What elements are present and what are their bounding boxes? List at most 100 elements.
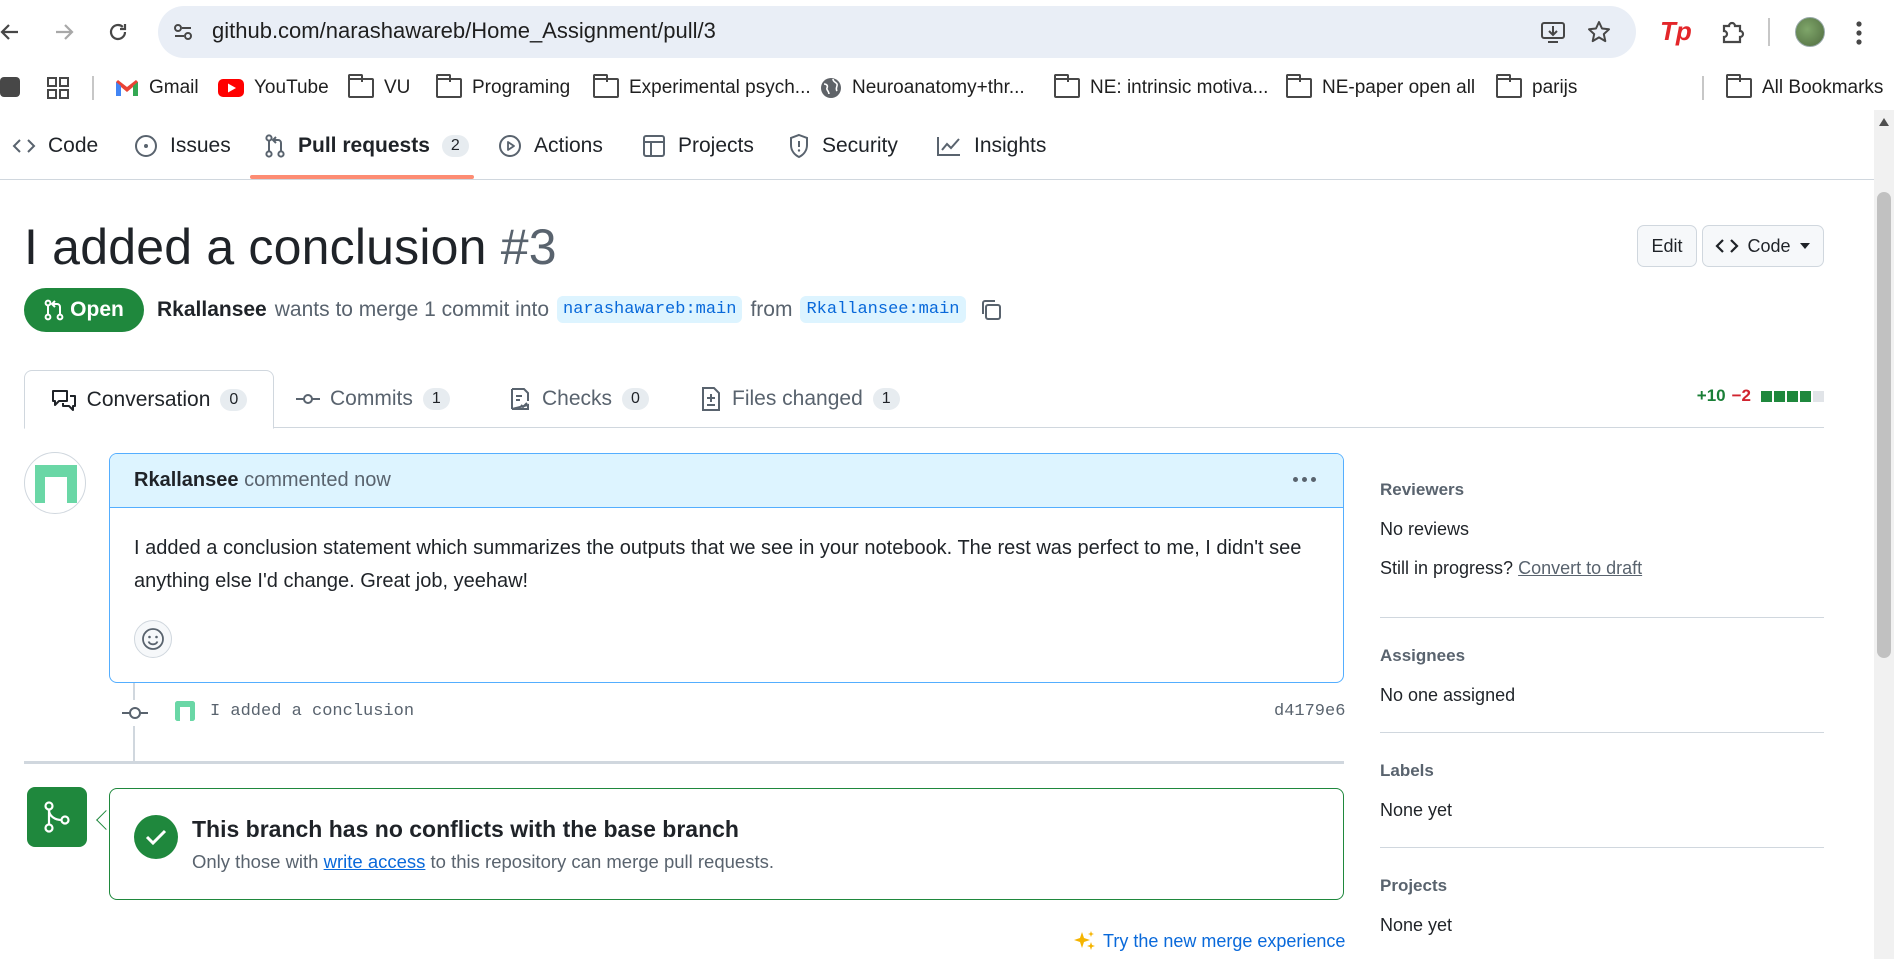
timeline-divider (24, 761, 1344, 764)
code-icon (12, 139, 36, 153)
site-settings-icon[interactable] (172, 21, 194, 43)
browser-menu-icon[interactable] (1855, 20, 1863, 46)
scroll-up-arrow-icon[interactable] (1879, 118, 1889, 126)
scrollbar-thumb[interactable] (1877, 192, 1891, 658)
bookmark-experimental-psych[interactable]: Experimental psych... (593, 74, 811, 102)
merge-description: wants to merge 1 commit into (274, 297, 550, 321)
diff-additions: +10 (1696, 386, 1726, 405)
avatar[interactable] (24, 452, 86, 514)
folder-icon (593, 74, 619, 98)
repo-tab-label: Projects (678, 134, 754, 157)
git-pull-request-icon (265, 134, 285, 158)
diffstat: +10 −2 (1697, 386, 1824, 406)
extensions-puzzle-icon[interactable] (1718, 18, 1746, 46)
diff-block-neutral (1813, 390, 1824, 402)
pr-author-link[interactable]: Rkallansee (157, 298, 267, 322)
pr-tabs: Conversation 0 Commits 1 Checks 0 Files … (24, 370, 1824, 429)
tab-files-changed[interactable]: Files changed 1 (700, 370, 900, 428)
repo-tab-projects[interactable]: Projects (642, 128, 754, 164)
labels-heading[interactable]: Labels (1380, 761, 1434, 781)
apps-grid-icon[interactable] (46, 76, 70, 100)
diff-blocks (1761, 390, 1824, 402)
copy-icon[interactable] (978, 297, 1004, 323)
active-tab-underline (250, 175, 474, 179)
new-merge-experience-link[interactable]: Try the new merge experience (1073, 929, 1345, 953)
reviewers-heading[interactable]: Reviewers (1380, 480, 1464, 500)
bookmark-youtube[interactable]: YouTube (218, 74, 329, 102)
bookmark-ne-intrinsic[interactable]: NE: intrinsic motiva... (1054, 74, 1268, 102)
tab-count: 1 (872, 388, 900, 410)
tab-search-icon[interactable] (0, 77, 20, 97)
diff-block-added (1761, 390, 1772, 402)
check-circle-icon (134, 815, 178, 859)
add-reaction-button[interactable] (134, 620, 172, 658)
tp-extension-icon[interactable]: Tp (1660, 16, 1692, 46)
bookmarks-divider (1702, 76, 1704, 100)
edit-button[interactable]: Edit (1637, 225, 1697, 267)
bookmark-label: parijs (1532, 77, 1578, 98)
bookmark-vu[interactable]: VU (348, 74, 410, 102)
kebab-menu-icon[interactable] (1286, 464, 1322, 494)
assignees-heading[interactable]: Assignees (1380, 646, 1465, 666)
projects-heading[interactable]: Projects (1380, 876, 1447, 896)
convert-to-draft-link[interactable]: Convert to draft (1518, 558, 1642, 578)
code-dropdown-button[interactable]: Code (1702, 225, 1824, 267)
commit-message-link[interactable]: I added a conclusion (210, 702, 414, 721)
repo-tab-label: Security (822, 134, 898, 157)
repo-tab-actions[interactable]: Actions (498, 128, 603, 164)
folder-icon (1286, 74, 1312, 98)
globe-icon (821, 78, 841, 98)
repo-tab-pull-requests[interactable]: Pull requests 2 (264, 128, 469, 164)
bookmark-label: VU (384, 77, 411, 98)
comment-timestamp[interactable]: commented now (244, 469, 391, 491)
base-branch[interactable]: narashawareb:main (557, 296, 743, 323)
profile-avatar[interactable] (1795, 17, 1825, 47)
merge-sub-after: to this repository can merge pull reques… (430, 851, 774, 872)
all-bookmarks[interactable]: All Bookmarks (1726, 74, 1883, 102)
repo-tab-security[interactable]: Security (788, 128, 898, 164)
pr-merge-info: Rkallansee wants to merge 1 commit into … (157, 296, 1004, 323)
bookmark-label: Programing (472, 77, 571, 98)
tab-label: Checks (542, 387, 613, 410)
write-access-link[interactable]: write access (324, 851, 426, 872)
repo-tab-label: Actions (534, 134, 603, 157)
bookmark-gmail[interactable]: Gmail (115, 74, 199, 102)
bookmark-label: NE-paper open all (1322, 77, 1476, 98)
assignees-value: No one assigned (1380, 685, 1516, 705)
comment-body: I added a conclusion statement which sum… (134, 537, 1302, 592)
repo-tab-code[interactable]: Code (12, 128, 98, 164)
bookmark-star-icon[interactable] (1586, 19, 1612, 45)
bookmark-label: Gmail (149, 77, 199, 98)
install-app-icon[interactable] (1540, 19, 1566, 45)
repo-tab-label: Issues (170, 134, 231, 157)
back-button[interactable] (0, 12, 30, 52)
merge-status-subtitle: Only those with write access to this rep… (192, 851, 774, 873)
tab-commits[interactable]: Commits 1 (296, 370, 450, 428)
code-icon (1715, 239, 1740, 253)
bookmark-programing[interactable]: Programing (436, 74, 570, 102)
tab-checks[interactable]: Checks 0 (508, 370, 649, 428)
merge-sub-before: Only those with (192, 851, 319, 872)
forward-arrow-icon (56, 24, 74, 40)
comment-author-link[interactable]: Rkallansee (134, 469, 239, 491)
reload-icon (109, 23, 127, 41)
head-branch[interactable]: Rkallansee:main (800, 296, 966, 323)
bookmark-ne-paper[interactable]: NE-paper open all (1286, 74, 1475, 102)
reload-button[interactable] (98, 12, 138, 52)
bookmark-label: YouTube (254, 77, 329, 98)
sidebar-divider (1380, 847, 1824, 848)
forward-button[interactable] (44, 12, 84, 52)
repo-nav: Code Issues Pull requests 2 Actions Proj… (0, 110, 1874, 180)
diff-deletions: −2 (1731, 386, 1751, 405)
git-commit-icon (296, 394, 320, 404)
repo-tab-issues[interactable]: Issues (134, 128, 231, 164)
url-text[interactable]: github.com/narashawareb/Home_Assignment/… (212, 18, 716, 44)
bookmark-neuroanatomy[interactable]: Neuroanatomy+thr... (820, 74, 1025, 102)
commit-sha-link[interactable]: d4179e6 (1274, 702, 1345, 721)
tab-conversation[interactable]: Conversation 0 (24, 370, 274, 429)
bookmark-parijs[interactable]: parijs (1496, 74, 1577, 102)
reviewers-value: No reviews (1380, 519, 1470, 539)
commit-author-avatar[interactable] (172, 698, 198, 724)
browser-toolbar: github.com/narashawareb/Home_Assignment/… (0, 0, 1894, 66)
repo-tab-insights[interactable]: Insights (936, 128, 1046, 164)
